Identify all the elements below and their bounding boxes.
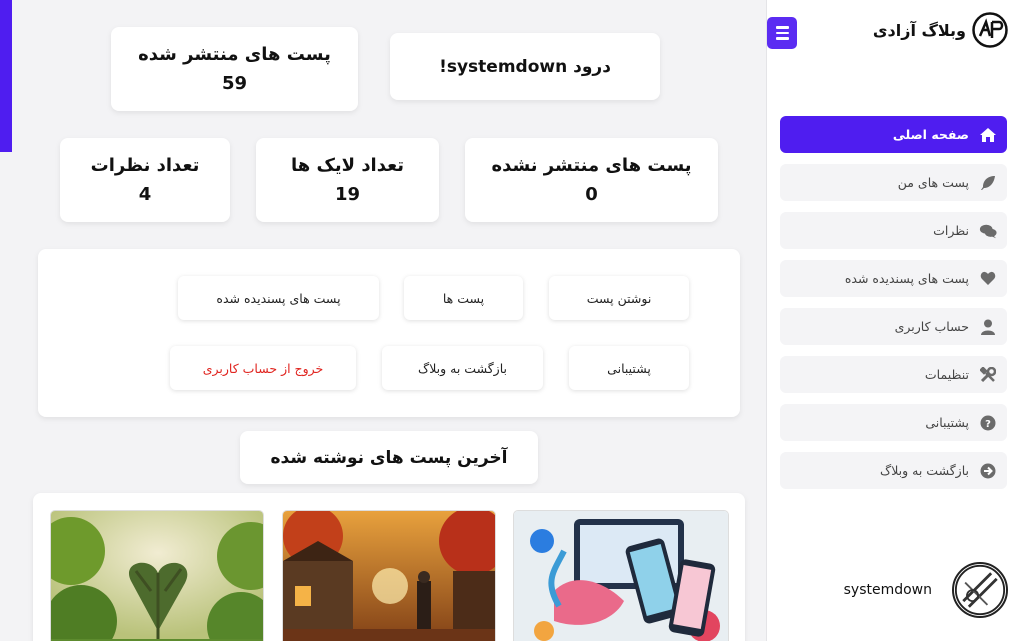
sidebar: وبلاگ آزادی صفحه اصلی پست های من نظرات پ… (766, 0, 1016, 641)
sidebar-item-settings[interactable]: تنظیمات (780, 356, 1007, 393)
sidebar-item-label: پشتیبانی (925, 415, 969, 430)
liked-posts-button[interactable]: پست های پسندیده شده (178, 276, 379, 320)
posts-button[interactable]: پست ها (404, 276, 523, 320)
logout-button[interactable]: خروج از حساب کاربری (170, 346, 356, 390)
sidebar-item-label: تنظیمات (924, 367, 969, 382)
comments-count-value: 4 (138, 184, 152, 205)
brand-logo-icon (972, 12, 1008, 48)
post-thumbnail[interactable] (513, 510, 729, 641)
heart-tree-image (51, 511, 263, 641)
write-post-button[interactable]: نوشتن پست (549, 276, 689, 320)
back-to-blog-button[interactable]: بازگشت به وبلاگ (382, 346, 543, 390)
comments-count-card: تعداد نظرات 4 (60, 138, 230, 222)
comments-icon (979, 222, 997, 240)
comments-count-label: تعداد نظرات (90, 155, 200, 176)
likes-count-label: تعداد لایک ها (290, 155, 405, 176)
latest-posts-heading: آخرین پست های نوشته شده (270, 447, 508, 468)
post-thumbnail[interactable] (50, 510, 264, 641)
sidebar-item-label: پست های من (897, 175, 969, 190)
mobile-apps-image (514, 511, 728, 641)
user-profile[interactable]: systemdown (844, 562, 1008, 618)
autumn-street-image (283, 511, 495, 641)
published-posts-card: پست های منتشر شده 59 (111, 27, 358, 111)
feather-icon (979, 174, 997, 192)
heart-icon (979, 270, 997, 288)
published-posts-label: پست های منتشر شده (138, 44, 331, 65)
support-button[interactable]: پشتیبانی (569, 346, 689, 390)
greeting-text: درود systemdown! (439, 56, 611, 77)
post-thumbnail[interactable] (282, 510, 496, 641)
quick-actions-panel (38, 249, 740, 417)
hamburger-icon (775, 26, 789, 29)
sidebar-item-account[interactable]: حساب کاربری (780, 308, 1007, 345)
sidebar-item-support[interactable]: ? پشتیبانی (780, 404, 1007, 441)
sidebar-item-my-posts[interactable]: پست های من (780, 164, 1007, 201)
brand-title: وبلاگ آزادی (872, 20, 966, 40)
sidebar-item-liked-posts[interactable]: پست های پسندیده شده (780, 260, 1007, 297)
unpublished-posts-label: پست های منتشر نشده (491, 155, 692, 176)
avatar (952, 562, 1008, 618)
username: systemdown (843, 582, 932, 598)
sidebar-item-label: بازگشت به وبلاگ (880, 463, 969, 478)
tools-icon (979, 366, 997, 384)
greeting-card: درود systemdown! (390, 33, 660, 100)
sidebar-item-label: نظرات (933, 223, 969, 238)
unpublished-posts-value: 0 (585, 184, 598, 205)
arrow-circle-icon (979, 462, 997, 480)
brand[interactable]: وبلاگ آزادی (873, 12, 1008, 48)
sidebar-item-home[interactable]: صفحه اصلی (780, 116, 1007, 153)
likes-count-value: 19 (334, 184, 361, 205)
published-posts-value: 59 (221, 73, 248, 94)
user-icon (979, 318, 997, 336)
home-icon (979, 126, 997, 144)
sidebar-item-label: حساب کاربری (894, 319, 969, 334)
sidebar-item-comments[interactable]: نظرات (780, 212, 1007, 249)
main-content: پست های منتشر شده 59 درود systemdown! تع… (0, 0, 766, 641)
menu-toggle-button[interactable] (767, 17, 797, 49)
likes-count-card: تعداد لایک ها 19 (256, 138, 439, 222)
svg-text:?: ? (985, 419, 991, 430)
unpublished-posts-card: پست های منتشر نشده 0 (465, 138, 718, 222)
sidebar-item-label: صفحه اصلی (892, 127, 969, 142)
accent-strip (0, 0, 12, 152)
latest-posts-heading-card: آخرین پست های نوشته شده (240, 431, 538, 484)
sidebar-item-label: پست های پسندیده شده (844, 271, 969, 286)
sidebar-item-back-to-blog[interactable]: بازگشت به وبلاگ (780, 452, 1007, 489)
question-icon: ? (979, 414, 997, 432)
